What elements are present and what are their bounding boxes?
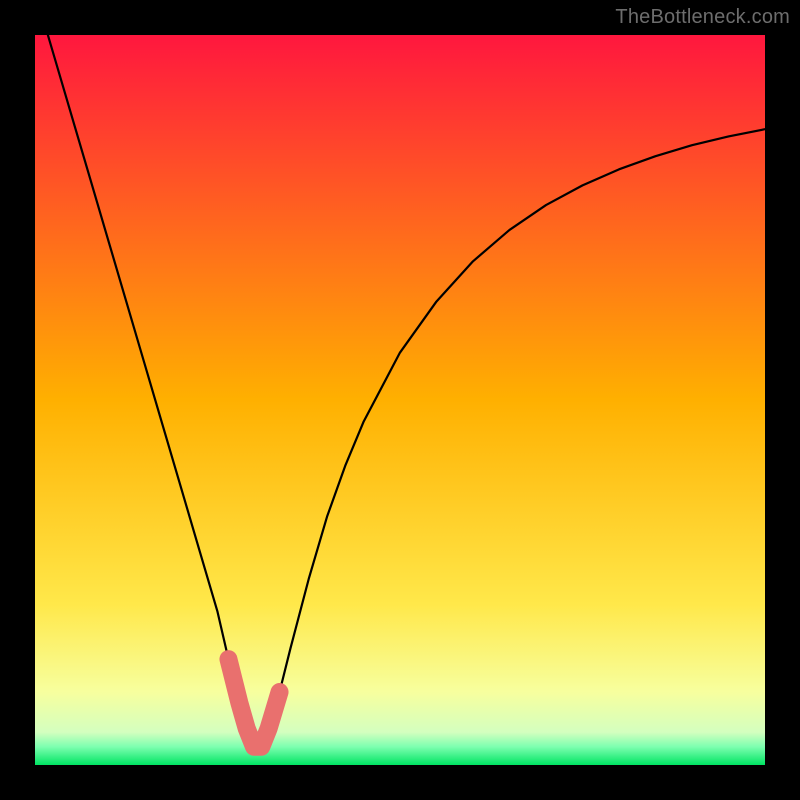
- watermark-text: TheBottleneck.com: [615, 6, 790, 29]
- gradient-bg: [35, 35, 765, 765]
- outer-frame: TheBottleneck.com: [0, 0, 800, 800]
- plot-area: [35, 35, 765, 765]
- bottleneck-chart: [35, 35, 765, 765]
